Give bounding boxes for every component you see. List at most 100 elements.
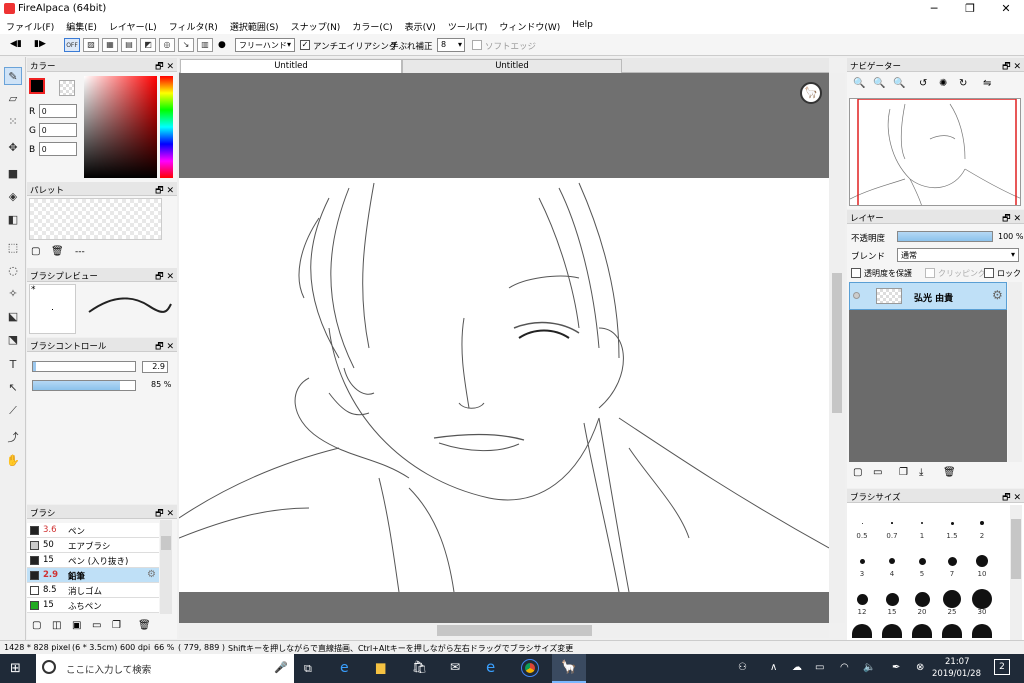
brush-list-item[interactable]: 50 エアブラシ (27, 538, 159, 553)
brush-size-dot[interactable] (942, 624, 962, 638)
people-icon[interactable]: ⚇ (738, 662, 747, 673)
chrome-icon[interactable] (521, 659, 539, 677)
palette-grid[interactable] (29, 198, 162, 240)
layer-scrollbar[interactable] (1008, 282, 1022, 462)
hue-slider[interactable] (160, 76, 173, 178)
zoom-fit-icon[interactable]: 🔍 (893, 78, 905, 89)
brush-size-dot[interactable] (918, 557, 926, 565)
saturation-value-picker[interactable] (84, 76, 157, 178)
brush-size-dot[interactable] (972, 589, 992, 609)
brush-size-value[interactable]: 2.9 (142, 361, 168, 373)
brush-list-item[interactable]: 2.9 鉛筆 ⚙ (27, 568, 159, 583)
gradient-tool-icon[interactable]: ◧ (4, 211, 22, 229)
select-tool-icon[interactable]: ⬚ (4, 239, 22, 257)
bucket-tool-icon[interactable]: ◈ (4, 188, 22, 206)
merge-layer-icon[interactable]: ⤓ (919, 467, 923, 478)
snap-radial-icon[interactable]: ◩ (140, 38, 156, 52)
brush-list-scrollbar[interactable] (160, 520, 172, 614)
r-input[interactable] (39, 104, 77, 118)
flip-icon[interactable]: ⇋ (983, 78, 991, 89)
soft-edge-checkbox[interactable] (472, 40, 482, 53)
horizontal-scrollbar[interactable] (179, 623, 829, 638)
clock-date[interactable]: 2019/01/28 (932, 669, 981, 679)
rotate-right-icon[interactable]: ↻ (959, 78, 967, 89)
layer-opacity-slider[interactable] (897, 231, 993, 242)
menu-select[interactable]: 選択範囲(S) (224, 18, 285, 34)
zoom-in-icon[interactable]: 🔍 (853, 78, 865, 89)
brush-duplicate-icon[interactable]: ❐ (112, 620, 121, 631)
brush-size-dot[interactable] (950, 521, 954, 525)
divide-tool-icon[interactable]: ⟋ (4, 402, 22, 420)
drawing-canvas[interactable] (179, 178, 829, 592)
brush-size-dot[interactable] (889, 558, 895, 564)
magic-wand-icon[interactable]: ✧ (4, 285, 22, 303)
dot-icon[interactable]: ● (218, 40, 226, 50)
input-icon[interactable]: ⊗ (916, 662, 924, 673)
eyedropper-icon[interactable]: ⤴ (4, 429, 22, 447)
transparent-swatch[interactable] (59, 80, 75, 96)
brush-size-dot[interactable] (882, 624, 902, 638)
brush-size-dot[interactable] (885, 592, 899, 606)
hand-tool-icon[interactable]: ✋ (4, 452, 22, 470)
text-tool-icon[interactable]: T (4, 356, 22, 374)
operation-tool-icon[interactable]: ↖ (4, 379, 22, 397)
brush-size-dot[interactable] (976, 555, 988, 567)
minimize-button[interactable]: ─ (916, 0, 952, 18)
foreground-color-swatch[interactable] (29, 78, 45, 94)
show-hidden-icon[interactable]: ∧ (770, 662, 777, 673)
brush-size-dot[interactable] (852, 624, 872, 638)
rotate-reset-icon[interactable]: ✺ (939, 78, 947, 89)
notifications-icon[interactable]: 2 (994, 659, 1010, 675)
prev-icon[interactable]: ◀▮ (10, 39, 22, 49)
volume-icon[interactable]: 🔈 (863, 662, 875, 673)
brush-size-dot[interactable] (943, 590, 961, 608)
b-input[interactable] (39, 142, 77, 156)
layer-visibility-icon[interactable] (853, 292, 860, 299)
pen-workspace-icon[interactable]: ✒ (892, 662, 900, 673)
rotate-left-icon[interactable]: ↺ (919, 78, 927, 89)
pen-tool-icon[interactable]: ✎ (4, 67, 22, 85)
ie-icon[interactable]: e (486, 658, 495, 676)
firealpaca-taskbar-icon[interactable]: 🦙 (552, 654, 586, 683)
menu-snap[interactable]: スナップ(N) (285, 18, 347, 34)
delete-layer-icon[interactable]: 🗑 (943, 467, 956, 478)
blend-mode-select[interactable]: 通常 ▾ (897, 248, 1019, 262)
battery-icon[interactable]: ▭ (815, 662, 824, 673)
windows-start-icon[interactable]: ⊞ (10, 661, 21, 676)
menu-layer[interactable]: レイヤー(L) (103, 18, 163, 34)
dot-tool-icon[interactable]: ⁙ (4, 113, 22, 131)
store-icon[interactable]: 🛍 (412, 660, 427, 674)
brush-copy-icon[interactable]: ▭ (92, 620, 101, 631)
snap-vanish-icon[interactable]: ▤ (121, 38, 137, 52)
new-layer-icon[interactable]: ▢ (853, 467, 862, 478)
menu-tool[interactable]: ツール(T) (442, 18, 494, 34)
eraser-tool-icon[interactable]: ▱ (4, 90, 22, 108)
brush-size-dot[interactable] (856, 593, 868, 605)
tab-untitled-2[interactable]: Untitled (402, 59, 622, 73)
brush-size-dot[interactable] (980, 521, 984, 525)
snap-cross-icon[interactable]: ▦ (102, 38, 118, 52)
brush-settings-gear-icon[interactable]: ⚙ (147, 569, 156, 580)
brush-size-scrollbar[interactable] (1010, 505, 1022, 640)
close-button[interactable]: ✕ (988, 0, 1024, 18)
edge-icon[interactable]: e (340, 660, 349, 676)
snap-off-icon[interactable]: OFF (64, 38, 80, 52)
microphone-icon[interactable]: 🎤 (274, 661, 288, 674)
clipping-checkbox[interactable] (925, 268, 935, 281)
stroke-mode-select[interactable]: フリーハンド ▾ (235, 38, 295, 52)
brush-opacity-slider[interactable] (32, 380, 136, 391)
brush-list-item[interactable]: 15 ふちペン (27, 598, 159, 613)
select-eraser-icon[interactable]: ⬔ (4, 331, 22, 349)
brush-list-item[interactable]: 8.5 消しゴム (27, 583, 159, 598)
add-palette-icon[interactable]: ▢ (31, 246, 40, 257)
task-view-icon[interactable]: ⧉ (304, 662, 312, 676)
brush-list-item[interactable]: 3.6 ペン (27, 523, 159, 538)
menu-window[interactable]: ウィンドウ(W) (493, 18, 566, 34)
layer-settings-icon[interactable]: ⚙ (992, 288, 1003, 302)
menu-filter[interactable]: フィルタ(R) (163, 18, 224, 34)
stabilizer-select[interactable]: 8 ▾ (437, 38, 465, 52)
delete-palette-icon[interactable]: 🗑 (51, 246, 64, 257)
brush-list-item[interactable]: 15 ペン (入り抜き) (27, 553, 159, 568)
brush-size-dot[interactable] (914, 591, 930, 607)
brush-size-dot[interactable] (972, 624, 992, 638)
